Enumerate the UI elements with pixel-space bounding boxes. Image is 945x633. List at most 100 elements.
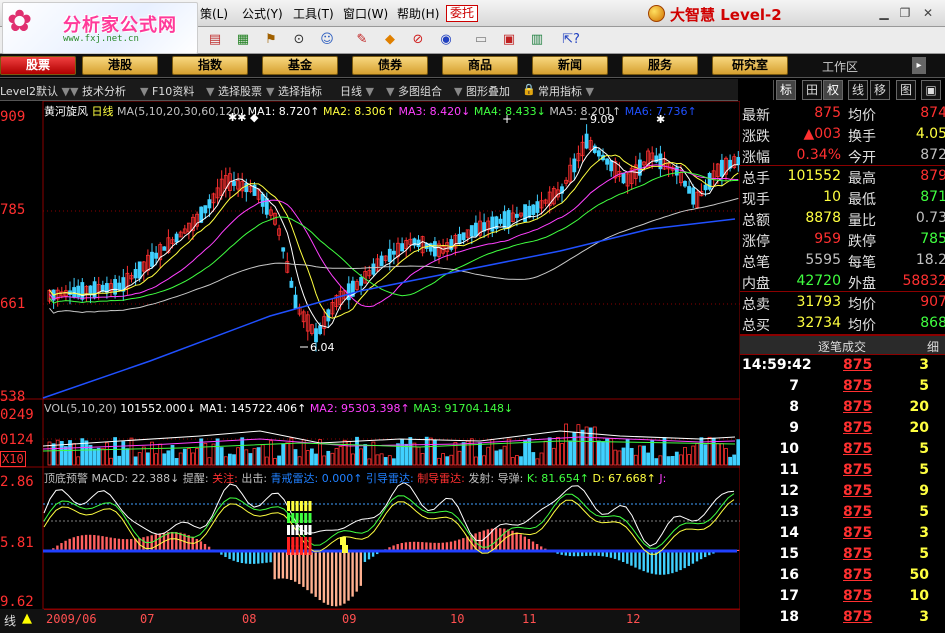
x-label: 07 xyxy=(140,612,155,626)
stop-icon[interactable]: ⊘ xyxy=(408,31,428,49)
workarea-toggle-icon[interactable]: ▸ xyxy=(912,57,926,74)
indicator-header: 顶底预警 MACD: 22.388↓ 提醒: 关注: 出击: 青戒雷达: 0.0… xyxy=(44,470,666,486)
trade-price: 875 xyxy=(843,609,873,625)
tab-hk-stocks[interactable]: 港股 xyxy=(82,56,158,75)
tab-chart[interactable]: 图 xyxy=(896,80,916,100)
select-indicator-menu[interactable]: ▼ 选择指标 xyxy=(266,83,322,99)
tab-line[interactable]: 线 xyxy=(848,80,868,100)
help-cursor-icon[interactable]: ⇱? xyxy=(561,31,581,49)
tab-funds[interactable]: 基金 xyxy=(262,56,338,75)
f10-menu[interactable]: ▼ F10资料 xyxy=(140,83,194,99)
candle-body xyxy=(691,187,696,205)
macd-bar xyxy=(97,535,100,551)
triangle-up-icon[interactable]: ▲ xyxy=(22,611,32,626)
macd-bar xyxy=(285,551,289,579)
tab-rights[interactable]: 权 xyxy=(823,80,843,100)
macd-bar xyxy=(515,532,518,551)
volume-bar xyxy=(715,443,720,466)
volume-bar xyxy=(363,444,368,466)
trade-price: 875 xyxy=(843,399,873,415)
window-icon[interactable]: ▣ xyxy=(499,31,519,49)
candle-body xyxy=(469,225,474,237)
tab-service[interactable]: 服务 xyxy=(622,56,698,75)
macd-bar xyxy=(166,532,170,551)
volume-bar xyxy=(515,455,519,466)
tab-research[interactable]: 研究室 xyxy=(712,56,788,75)
books-icon[interactable]: ▥ xyxy=(527,31,547,49)
macd-bar xyxy=(281,551,285,579)
select-stock-menu[interactable]: ▼ 选择股票 xyxy=(206,83,262,99)
volume-bar xyxy=(473,456,478,466)
binoculars-icon[interactable]: ⊙ xyxy=(289,31,309,49)
macd-bar xyxy=(113,538,116,551)
quote-value: 874 xyxy=(920,105,945,121)
restore-icon[interactable]: ❐ xyxy=(897,5,913,21)
tab-commodities[interactable]: 商品 xyxy=(442,56,518,75)
trades-title: 逐笔成交 xyxy=(818,340,867,354)
overlay-menu[interactable]: ▼ 图形叠加 xyxy=(454,83,510,99)
quote-value: 872 xyxy=(920,147,945,163)
macd-bar xyxy=(314,551,317,597)
volume-bar xyxy=(482,455,487,466)
multi-chart-menu[interactable]: ▼ 多图组合 xyxy=(386,83,442,99)
menu-tools[interactable]: 工具(T) xyxy=(293,5,334,22)
layout-select[interactable]: Level2默认 ▼ xyxy=(0,83,70,99)
macd-bar xyxy=(634,551,637,568)
y-label-vol: 0249 xyxy=(0,407,34,423)
kline-chart[interactable]: ✱✱ ◆ + ✱ 9.09 6.04 黄河旋风 日线 MA(5,10,20,30… xyxy=(0,100,741,610)
tab-move[interactable]: 移 xyxy=(870,80,890,100)
quote-value: 8878 xyxy=(805,210,841,226)
volume-bar xyxy=(80,438,85,466)
workarea-label[interactable]: 工作区 xyxy=(822,58,858,75)
period-menu[interactable]: 日线 ▼ xyxy=(340,83,374,99)
tab-index[interactable]: 指数 xyxy=(172,56,248,75)
vol-ma2-line xyxy=(42,436,736,450)
quote-row: 涨停 959 跌停 785 xyxy=(740,230,945,250)
quote-label: 总额 xyxy=(742,213,770,229)
quote-value: 18.2 xyxy=(915,252,945,268)
candle-body xyxy=(174,233,179,243)
chart-canvas[interactable]: ✱✱ ◆ + ✱ 9.09 6.04 xyxy=(0,100,741,610)
macd-bar xyxy=(351,551,354,597)
flag-icon[interactable]: ⚑ xyxy=(261,31,281,49)
volume-bar xyxy=(576,424,581,466)
doc-icon[interactable]: ▭ xyxy=(471,31,491,49)
trades-detail-tab[interactable]: 细 xyxy=(927,338,939,355)
people-icon[interactable]: ☺ xyxy=(317,31,337,49)
macd-bar xyxy=(527,539,531,551)
tab-quote[interactable]: 标 xyxy=(776,80,796,100)
tab-bonds[interactable]: 债券 xyxy=(352,56,428,75)
circle-icon[interactable]: ◉ xyxy=(436,31,456,49)
note-icon[interactable]: ✎ xyxy=(352,31,372,49)
trade-price: 875 xyxy=(843,378,873,394)
trade-row: 17 875 10 xyxy=(740,587,945,608)
menu-formula[interactable]: 公式(Y) xyxy=(242,5,283,22)
candle-body xyxy=(473,222,478,237)
macd-bar xyxy=(523,536,526,551)
candle-body xyxy=(371,263,376,275)
y-label-main: 538 xyxy=(0,389,26,405)
macd-bar xyxy=(486,529,490,551)
close-icon[interactable]: ✕ xyxy=(920,5,936,21)
lock-icon[interactable]: 🔒 xyxy=(522,83,536,96)
menu-help[interactable]: 帮助(H) xyxy=(397,5,439,22)
grid-icon[interactable]: ▦ xyxy=(233,31,253,49)
diamond-icon[interactable]: ◆ xyxy=(380,31,400,49)
macd-bar xyxy=(658,551,662,575)
signal-block xyxy=(308,501,312,511)
volume-bar xyxy=(387,455,392,466)
tab-stocks[interactable]: 股票 xyxy=(0,56,76,75)
minimize-icon[interactable]: ▁ xyxy=(876,5,892,21)
tech-analysis-menu[interactable]: ▼ 技术分析 xyxy=(70,83,126,99)
indicator-toggle[interactable]: 线 ▲ xyxy=(0,609,44,633)
volume-bar xyxy=(207,457,212,466)
tab-news[interactable]: 新闻 xyxy=(532,56,608,75)
tab-grid[interactable]: 田 xyxy=(802,80,822,100)
common-indicators-menu[interactable]: 常用指标 ▼ xyxy=(538,83,594,99)
tab-extra[interactable]: ▣ xyxy=(921,80,941,100)
menu-window[interactable]: 窗口(W) xyxy=(343,5,388,22)
entrust-button[interactable]: 委托 xyxy=(446,5,478,22)
menu-strategy[interactable]: 策(L) xyxy=(200,5,228,22)
chart-icon[interactable]: ▤ xyxy=(205,31,225,49)
macd-bar xyxy=(347,551,350,601)
